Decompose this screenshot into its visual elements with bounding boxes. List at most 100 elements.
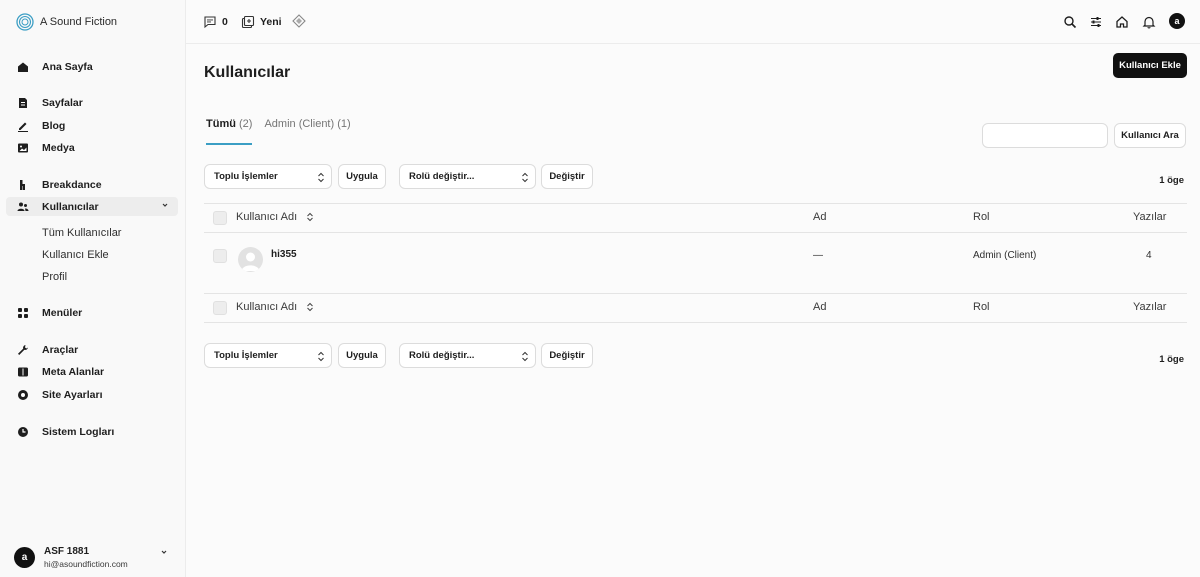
comment-icon bbox=[204, 16, 216, 29]
sidebar-subitem-tum-kullanicilar[interactable]: Tüm Kullanıcılar bbox=[42, 227, 121, 239]
tab-label: Tümü bbox=[206, 118, 236, 130]
column-footer-posts[interactable]: Yazılar bbox=[1133, 301, 1166, 313]
wrench-icon bbox=[17, 344, 29, 356]
select-arrows-icon bbox=[522, 172, 528, 183]
column-footer-name[interactable]: Ad bbox=[813, 301, 826, 313]
new-button[interactable]: Yeni bbox=[241, 15, 282, 29]
user-placeholder-icon bbox=[241, 252, 260, 271]
sidebar-item-araclar[interactable]: Araçlar bbox=[6, 340, 178, 359]
sidebar-item-label: Blog bbox=[42, 119, 66, 132]
column-header-username[interactable]: Kullanıcı Adı bbox=[236, 211, 314, 223]
comments-button[interactable]: 0 bbox=[203, 15, 228, 29]
username-link[interactable]: hi355 bbox=[271, 249, 297, 260]
avatar[interactable]: a bbox=[1169, 13, 1185, 29]
clock-icon bbox=[17, 426, 29, 438]
change-button[interactable]: Değiştir bbox=[541, 164, 593, 189]
bulk-actions-value: Toplu İşlemler bbox=[214, 171, 278, 182]
sidebar-item-medya[interactable]: Medya bbox=[6, 138, 178, 157]
cell-name: — bbox=[813, 250, 823, 261]
item-count-bottom: 1 öge bbox=[1159, 354, 1184, 365]
search-icon bbox=[1064, 16, 1077, 29]
tab-tumu[interactable]: Tümü (2) bbox=[206, 118, 253, 145]
sidebar-item-sayfalar[interactable]: Sayfalar bbox=[6, 93, 178, 112]
select-all-checkbox[interactable] bbox=[213, 211, 227, 225]
column-header-name[interactable]: Ad bbox=[813, 211, 826, 223]
select-all-checkbox-footer[interactable] bbox=[213, 301, 227, 315]
sidebar-item-kullanicilar[interactable]: Kullanıcılar bbox=[6, 197, 178, 216]
chevron-down-icon[interactable] bbox=[159, 547, 169, 557]
breakdance-diamond-button[interactable] bbox=[292, 14, 306, 28]
change-role-select-bottom[interactable]: Rolü değiştir... bbox=[399, 343, 536, 368]
apply-button-bottom[interactable]: Uygula bbox=[338, 343, 386, 368]
column-footer-username[interactable]: Kullanıcı Adı bbox=[236, 301, 314, 313]
cell-posts[interactable]: 4 bbox=[1146, 250, 1152, 261]
change-role-value: Rolü değiştir... bbox=[409, 350, 475, 361]
brand[interactable]: A Sound Fiction bbox=[16, 13, 117, 31]
sidebar-item-label: Sistem Logları bbox=[42, 425, 115, 438]
column-label: Kullanıcı Adı bbox=[236, 301, 298, 313]
sliders-icon bbox=[1091, 17, 1101, 27]
chevron-down-icon bbox=[162, 203, 168, 207]
home-button[interactable] bbox=[1115, 15, 1129, 29]
notifications-button[interactable] bbox=[1142, 15, 1156, 29]
column-label: Kullanıcı Adı bbox=[236, 211, 298, 223]
change-role-value: Rolü değiştir... bbox=[409, 171, 475, 182]
avatar: a bbox=[14, 547, 35, 568]
bulk-actions-select-bottom[interactable]: Toplu İşlemler bbox=[204, 343, 332, 368]
sidebar-subitem-profil[interactable]: Profil bbox=[42, 271, 67, 283]
sidebar-item-site-ayarlari[interactable]: Site Ayarları bbox=[6, 385, 178, 404]
search-button[interactable] bbox=[1063, 15, 1077, 29]
tab-admin-client[interactable]: Admin (Client) (1) bbox=[264, 118, 350, 138]
gear-icon bbox=[17, 389, 29, 401]
pen-icon bbox=[17, 120, 29, 132]
new-label: Yeni bbox=[260, 16, 282, 28]
sidebar-item-meta-alanlar[interactable]: Meta Alanlar bbox=[6, 362, 178, 381]
bulk-actions-select[interactable]: Toplu İşlemler bbox=[204, 164, 332, 189]
change-button-bottom[interactable]: Değiştir bbox=[541, 343, 593, 368]
role-tabs: Tümü (2) Admin (Client) (1) bbox=[206, 118, 351, 145]
top-bar: 0 Yeni a bbox=[186, 0, 1200, 44]
bulk-actions-value: Toplu İşlemler bbox=[214, 350, 278, 361]
search-input[interactable] bbox=[982, 123, 1108, 148]
divider bbox=[204, 232, 1187, 233]
user-name: ASF 1881 bbox=[44, 546, 90, 557]
item-count: 1 öge bbox=[1159, 175, 1184, 186]
sidebar-item-blog[interactable]: Blog bbox=[6, 116, 178, 135]
sidebar-subitem-kullanici-ekle[interactable]: Kullanıcı Ekle bbox=[42, 249, 109, 261]
column-header-posts[interactable]: Yazılar bbox=[1133, 211, 1166, 223]
sort-icon bbox=[307, 302, 314, 312]
change-role-select[interactable]: Rolü değiştir... bbox=[399, 164, 536, 189]
column-footer-role[interactable]: Rol bbox=[973, 301, 990, 313]
sidebar-item-label: Site Ayarları bbox=[42, 388, 103, 401]
filters-button[interactable] bbox=[1089, 15, 1103, 29]
sidebar-item-label: Araçlar bbox=[42, 343, 79, 356]
tab-count: (1) bbox=[337, 118, 351, 130]
add-new-icon bbox=[241, 15, 255, 29]
divider bbox=[204, 203, 1187, 204]
avatar bbox=[238, 247, 263, 272]
sidebar-item-label: Kullanıcılar bbox=[42, 200, 99, 213]
sidebar-item-label: Menüler bbox=[42, 306, 83, 319]
divider bbox=[204, 293, 1187, 294]
sidebar-item-label: Ana Sayfa bbox=[42, 60, 93, 73]
row-checkbox[interactable] bbox=[213, 249, 227, 263]
apply-button[interactable]: Uygula bbox=[338, 164, 386, 189]
cell-role: Admin (Client) bbox=[973, 250, 1037, 261]
sidebar-item-label: Breakdance bbox=[42, 178, 102, 191]
select-arrows-icon bbox=[318, 351, 324, 362]
sidebar-item-breakdance[interactable]: Breakdance bbox=[6, 175, 178, 194]
divider bbox=[204, 322, 1187, 323]
add-user-button[interactable]: Kullanıcı Ekle bbox=[1113, 53, 1187, 78]
sidebar-item-ana-sayfa[interactable]: Ana Sayfa bbox=[6, 57, 178, 76]
search-users-button[interactable]: Kullanıcı Ara bbox=[1114, 123, 1186, 148]
home-icon bbox=[17, 61, 29, 73]
bell-icon bbox=[1142, 16, 1156, 29]
sidebar-item-menuler[interactable]: Menüler bbox=[6, 303, 178, 322]
user-email: hi@asoundfiction.com bbox=[44, 559, 128, 569]
home-icon bbox=[1116, 16, 1128, 28]
column-header-role[interactable]: Rol bbox=[973, 211, 990, 223]
sidebar-item-sistem-loglari[interactable]: Sistem Logları bbox=[6, 422, 178, 441]
tab-count: (2) bbox=[239, 118, 253, 130]
sidebar-user[interactable]: a ASF 1881 hi@asoundfiction.com bbox=[0, 541, 186, 577]
menu-grid-icon bbox=[17, 307, 29, 319]
